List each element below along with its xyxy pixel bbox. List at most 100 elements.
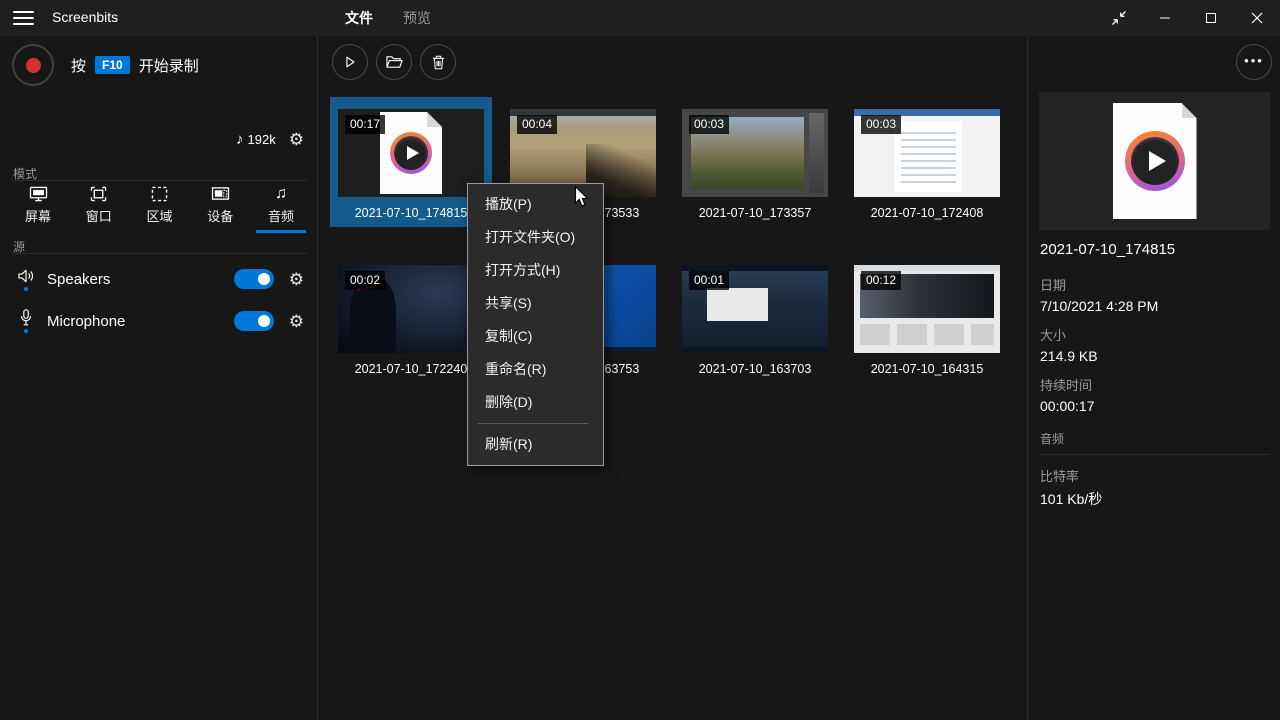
video-thumbnail[interactable]: 00:03 [682,109,828,197]
video-filename: 2021-07-10_164315 [846,362,1008,376]
mode-item-设备[interactable]: 设备 [192,185,248,233]
audio-section-label: 音频 [1040,430,1270,447]
titlebar: Screenbits 文件预览 [0,0,1280,36]
region-icon [151,185,168,202]
selected-video-preview [1039,92,1270,230]
source-settings-gear-icon[interactable]: ⚙ [289,271,304,288]
record-button[interactable] [12,44,54,86]
video-tile[interactable]: 00:01 2021-07-10_163703 [674,253,836,383]
audio-settings-gear-icon[interactable]: ⚙ [289,131,304,148]
context-menu-item[interactable]: 刷新(R) [468,428,603,461]
video-tile[interactable]: 00:03 2021-07-10_173357 [674,97,836,227]
video-tile[interactable]: 00:12 2021-07-10_164315 [846,253,1008,383]
detail-field: 持续时间 00:00:17 [1040,375,1270,414]
open-folder-icon [386,55,403,69]
duration-badge: 00:02 [345,271,385,290]
audio-section-divider [1040,454,1270,455]
hamburger-menu-button[interactable] [13,9,34,27]
mode-item-label: 设备 [207,206,233,225]
source-label: Microphone [47,313,234,330]
detail-field: 日期7/10/2021 4:28 PM [1040,275,1270,314]
app-title: Screenbits [52,9,118,25]
video-thumbnail[interactable]: 00:12 [854,265,1000,353]
audio-bitrate-row: ♪ 192k ⚙ [236,131,304,148]
details-filename: 2021-07-10_174815 [1040,241,1175,258]
video-file-icon [1113,103,1197,219]
detail-label: 日期 [1040,275,1270,294]
video-thumbnail[interactable]: 00:17 [338,109,484,197]
menu-预览[interactable]: 预览 [388,0,446,36]
compact-overlay-button[interactable] [1096,0,1142,36]
audio-section: 音频 [1040,430,1270,455]
video-tile[interactable]: 00:03 2021-07-10_172408 [846,97,1008,227]
video-filename: 2021-07-10_163703 [674,362,836,376]
play-button[interactable] [332,44,368,80]
screenbits-window: Screenbits 文件预览 按 [0,0,1280,720]
video-filename: 2021-07-10_172408 [846,206,1008,220]
detail-value: 214.9 KB [1040,348,1270,364]
details-panel: ••• 2021-07-10_174815 日期7/10/2021 4:28 P… [1027,36,1280,720]
mode-item-label: 屏幕 [25,206,51,225]
mouse-cursor [574,186,589,213]
duration-badge: 00:01 [689,271,729,290]
mode-item-label: 音频 [268,206,294,225]
close-button[interactable] [1234,0,1280,36]
detail-value: 00:00:17 [1040,398,1270,414]
mode-item-屏幕[interactable]: 屏幕 [10,185,66,233]
source-toggle[interactable] [234,311,274,331]
mode-item-区域[interactable]: 区域 [132,185,188,233]
detail-label: 持续时间 [1040,375,1270,394]
record-hint-suffix: 开始录制 [139,55,199,76]
source-settings-gear-icon[interactable]: ⚙ [289,313,304,330]
duration-badge: 00:17 [345,115,385,134]
mode-section-divider [12,180,307,181]
audio-bitrate-value: 192k [248,132,276,147]
minimize-button[interactable] [1142,0,1188,36]
menu-文件[interactable]: 文件 [330,0,388,36]
context-menu-item[interactable]: 共享(S) [468,287,603,320]
music-note-icon: ♪ [236,131,244,148]
record-hint-prefix: 按 [71,55,86,76]
video-thumbnail[interactable]: 00:03 [854,109,1000,197]
context-menu-item[interactable]: 打开文件夹(O) [468,221,603,254]
source-section-divider [12,253,307,254]
context-menu-item[interactable]: 重命名(R) [468,353,603,386]
audio-level-dot [24,287,28,291]
library-toolbar [332,44,456,80]
maximize-icon [1205,12,1217,24]
menu-separator [478,423,588,424]
delete-button[interactable] [420,44,456,80]
source-rows: Speakers ⚙ Microphone ⚙ [0,258,317,342]
detail-value: 101 Kb/秒 [1040,489,1270,509]
open-folder-button[interactable] [376,44,412,80]
ellipsis-icon: ••• [1244,54,1264,67]
record-hint: 按 F10 开始录制 [71,55,199,76]
trash-icon [432,55,445,70]
page-fold-icon [1182,103,1197,118]
mode-item-窗口[interactable]: 窗口 [71,185,127,233]
more-options-button[interactable]: ••• [1236,44,1272,80]
video-thumbnail[interactable]: 00:01 [682,265,828,353]
video-filename: 2021-07-10_173357 [674,206,836,220]
source-toggle[interactable] [234,269,274,289]
maximize-button[interactable] [1188,0,1234,36]
video-thumbnail[interactable]: 00:02 [338,265,484,353]
duration-badge: 00:03 [861,115,901,134]
context-menu-item[interactable]: 打开方式(H) [468,254,603,287]
device-icon [211,185,230,202]
detail-field: 比特率101 Kb/秒 [1040,466,1270,509]
source-label: Speakers [47,271,234,288]
audio-icon: ♫ [275,185,287,202]
duration-badge: 00:03 [689,115,729,134]
compact-overlay-icon [1111,10,1127,26]
source-row-microphone: Microphone ⚙ [0,300,317,342]
window-controls [1096,0,1280,36]
screen-icon [29,185,48,202]
detail-label: 大小 [1040,325,1270,344]
speaker-icon [13,268,39,291]
context-menu-item[interactable]: 复制(C) [468,320,603,353]
source-row-speakers: Speakers ⚙ [0,258,317,300]
context-menu: 播放(P)打开文件夹(O)打开方式(H)共享(S)复制(C)重命名(R)删除(D… [467,183,604,466]
context-menu-item[interactable]: 删除(D) [468,386,603,419]
mode-item-音频[interactable]: ♫ 音频 [253,185,309,233]
